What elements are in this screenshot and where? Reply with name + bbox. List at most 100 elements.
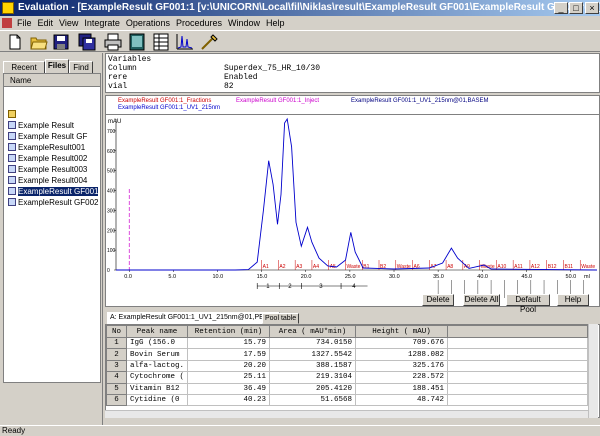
list-item[interactable]: Example Result004 — [8, 176, 87, 185]
variable-value: Enabled — [224, 73, 258, 82]
column-header-area[interactable]: Area ( mAU*min) — [269, 325, 357, 338]
save-icon[interactable] — [52, 33, 70, 51]
peak-table: No Peak name Retention (min) Area ( mAU*… — [105, 324, 600, 418]
table-row[interactable]: 3 alfa-lactog. 20.20 388.1587 325.176 — [106, 359, 589, 373]
variables-panel: Variables Column Superdex_75_HR_10/30 re… — [105, 53, 600, 93]
area-cell[interactable]: 1327.5542 — [269, 348, 357, 361]
list-item[interactable]: Example Result002 — [8, 154, 87, 163]
peak-name-cell[interactable]: alfa-lactog. — [125, 359, 189, 373]
row-number-cell[interactable]: 4 — [106, 371, 127, 384]
menu-operations[interactable]: Operations — [123, 16, 173, 30]
table-row[interactable]: 5 Vitamin B12 36.49 205.4120 188.451 — [106, 382, 589, 395]
area-cell[interactable]: 51.6568 — [269, 393, 357, 407]
file-navigator-panel: Recent Runs Files Find Name Example Resu… — [0, 53, 103, 425]
chromatogram-plot[interactable]: mAU 700 600 500 400 300 200 100 0 0.0 5.0 10.0 15.0 2… — [106, 115, 599, 306]
menu-integrate[interactable]: Integrate — [81, 16, 123, 30]
menu-view[interactable]: View — [56, 16, 81, 30]
x-tick-label: 5.0 — [168, 274, 176, 280]
row-number-cell[interactable]: 1 — [106, 336, 127, 350]
row-number-cell[interactable]: 2 — [106, 348, 127, 361]
help-button[interactable]: Help — [557, 294, 589, 306]
height-cell[interactable]: 188.451 — [355, 382, 449, 395]
list-item[interactable]: Example Result003 — [8, 165, 87, 174]
list-item-selected[interactable]: ExampleResult GF001 — [8, 187, 99, 196]
table-horizontal-scrollbar[interactable] — [105, 410, 588, 418]
open-icon[interactable] — [30, 33, 48, 51]
menu-procedures[interactable]: Procedures — [173, 16, 225, 30]
delete-all-button[interactable]: Delete All — [463, 294, 500, 306]
print-icon[interactable] — [104, 33, 122, 51]
menu-file[interactable]: File — [14, 16, 35, 30]
x-tick-label: 25.0 — [345, 274, 356, 280]
peak-marker-label: 4 — [352, 284, 356, 290]
list-item[interactable]: Example Result GF — [8, 132, 87, 141]
delete-button[interactable]: Delete — [422, 294, 454, 306]
column-header-peak-name[interactable]: Peak name — [125, 325, 189, 338]
peak-name-cell[interactable]: IgG (156.0 — [125, 336, 189, 350]
column-header-retention[interactable]: Retention (min) — [187, 325, 271, 338]
chromatogram-panel[interactable]: ExampleResult GF001:1_Fractions ExampleR… — [105, 95, 600, 307]
table-row[interactable]: 6 Cytidine (0 40.23 51.6568 48.742 — [106, 393, 589, 407]
table-vertical-scrollbar[interactable] — [588, 324, 598, 418]
y-tick-label: 0 — [107, 268, 110, 274]
table-row[interactable]: 2 Bovin Serum 17.59 1327.5542 1288.082 — [106, 348, 589, 361]
maximize-button[interactable]: □ — [569, 2, 583, 14]
app-icon[interactable] — [2, 2, 14, 14]
fraction-label: Waste — [581, 264, 595, 270]
column-header-height[interactable]: Height ( mAU) — [355, 325, 449, 338]
close-button[interactable]: × — [585, 2, 599, 14]
tab-peak-table[interactable]: A: ExampleResult GF001:1_UV1_215nm@01,PE… — [107, 312, 281, 324]
height-cell[interactable]: 325.176 — [355, 359, 449, 373]
list-item[interactable]: ExampleResult001 — [8, 143, 85, 152]
area-cell[interactable]: 734.0150 — [269, 336, 357, 350]
y-tick-label: 600 — [107, 149, 116, 155]
retention-cell[interactable]: 25.11 — [187, 371, 271, 384]
area-cell[interactable]: 205.4120 — [269, 382, 357, 395]
x-tick-label: 50.0 — [566, 274, 577, 280]
list-item[interactable] — [8, 110, 18, 119]
height-cell[interactable]: 48.742 — [355, 393, 449, 407]
new-icon[interactable] — [6, 33, 24, 51]
tab-pool-table[interactable]: Pool table — [262, 313, 300, 324]
peak-name-cell[interactable]: Vitamin B12 — [125, 382, 189, 395]
retention-cell[interactable]: 15.79 — [187, 336, 271, 350]
fraction-label: A1 — [263, 264, 269, 270]
y-tick-label: 500 — [107, 169, 116, 175]
file-list[interactable]: Name Example Result Example Result GF Ex… — [3, 73, 101, 383]
document-icon[interactable] — [2, 18, 12, 28]
list-item[interactable]: ExampleResult GF002 — [8, 198, 98, 207]
y-tick-label: 300 — [107, 208, 116, 214]
report-icon[interactable] — [128, 33, 146, 51]
menu-window[interactable]: Window — [225, 16, 263, 30]
table-row[interactable]: 1 IgG (156.0 15.79 734.0150 709.676 — [106, 336, 589, 350]
height-cell[interactable]: 228.572 — [355, 371, 449, 384]
column-header-no[interactable]: No — [106, 325, 127, 338]
name-column-header[interactable]: Name — [4, 74, 100, 87]
save-all-icon[interactable] — [78, 33, 96, 51]
height-cell[interactable]: 709.676 — [355, 336, 449, 350]
integrate-icon[interactable] — [200, 33, 218, 51]
peak-name-cell[interactable]: Cytochrome ( — [125, 371, 189, 384]
menu-help[interactable]: Help — [263, 16, 288, 30]
row-number-cell[interactable]: 6 — [106, 393, 127, 407]
peak-name-cell[interactable]: Bovin Serum — [125, 348, 189, 361]
area-cell[interactable]: 388.1587 — [269, 359, 357, 373]
peak-name-cell[interactable]: Cytidine (0 — [125, 393, 189, 407]
retention-cell[interactable]: 36.49 — [187, 382, 271, 395]
retention-cell[interactable]: 17.59 — [187, 348, 271, 361]
retention-cell[interactable]: 40.23 — [187, 393, 271, 407]
height-cell[interactable]: 1288.082 — [355, 348, 449, 361]
default-pool-button[interactable]: Default Pool — [506, 294, 550, 314]
tab-files[interactable]: Files — [45, 59, 69, 74]
row-number-cell[interactable]: 5 — [106, 382, 127, 395]
chromatogram-icon[interactable] — [176, 33, 194, 51]
menu-edit[interactable]: Edit — [35, 16, 57, 30]
list-item[interactable]: Example Result — [8, 121, 74, 130]
retention-cell[interactable]: 20.20 — [187, 359, 271, 373]
table-row[interactable]: 4 Cytochrome (25.11 219.3104 228.572 — [106, 371, 589, 384]
peak-table-icon[interactable] — [152, 33, 170, 51]
result-icon — [8, 176, 16, 184]
area-cell[interactable]: 219.3104 — [269, 371, 357, 384]
minimize-button[interactable]: _ — [554, 2, 568, 14]
row-number-cell[interactable]: 3 — [106, 359, 127, 373]
